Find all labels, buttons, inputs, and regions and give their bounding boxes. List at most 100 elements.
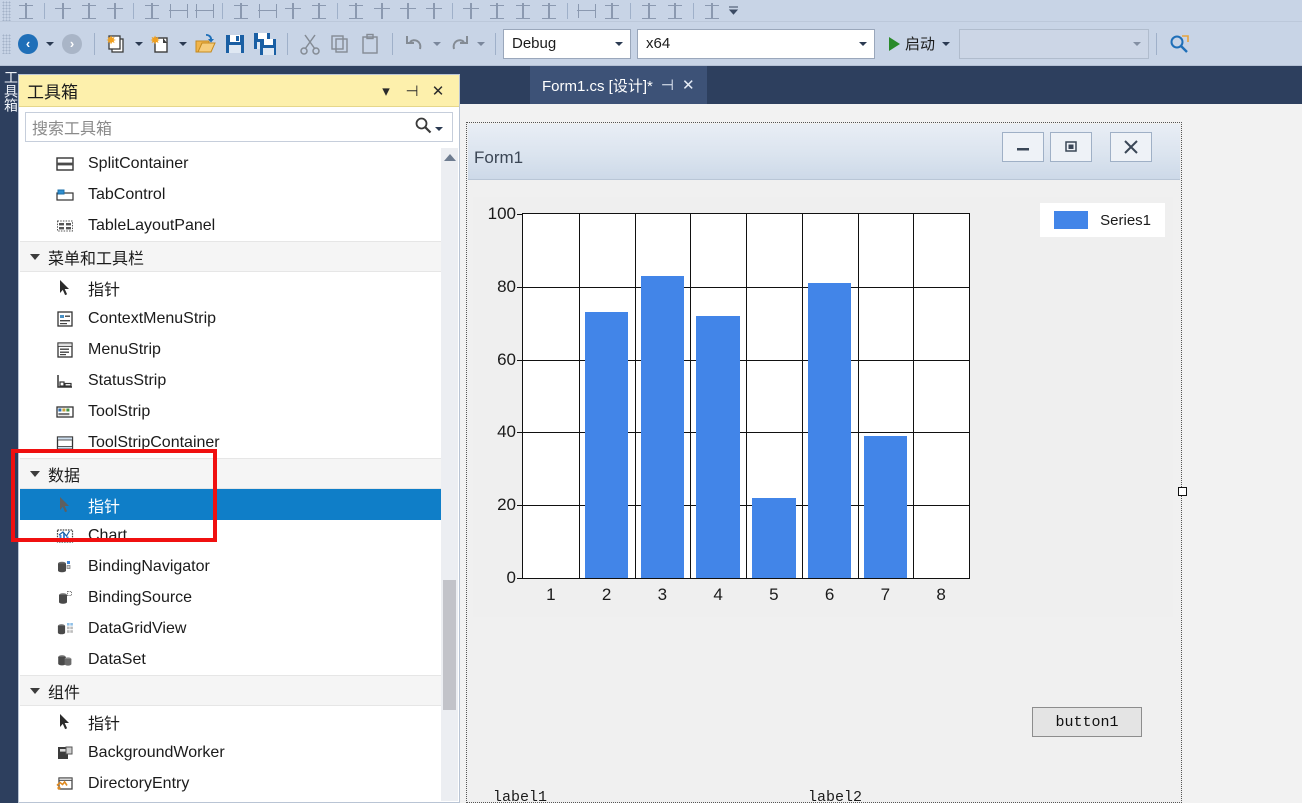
save-icon[interactable] <box>220 29 250 59</box>
open-file-icon[interactable] <box>190 29 220 59</box>
chevron-down-icon[interactable] <box>608 41 630 46</box>
redo-dropdown-icon[interactable] <box>474 29 488 59</box>
vertical-spacing-remove-icon[interactable] <box>536 0 562 21</box>
horizontal-spacing-decrease-icon[interactable] <box>395 0 421 21</box>
tab-order-icon[interactable] <box>699 0 725 21</box>
navigate-back-icon[interactable]: ‹ <box>13 29 43 59</box>
chart-control[interactable]: Series1 0 20 40 60 80 100 1 2 3 4 5 6 7 8 <box>473 197 1173 617</box>
scroll-up-arrow-icon[interactable] <box>441 148 458 166</box>
toolbar-grip[interactable] <box>2 33 11 54</box>
toolbox-group-header[interactable]: 数据 <box>20 458 458 489</box>
quick-launch-search-icon[interactable] <box>1164 29 1194 59</box>
center-horizontally-icon[interactable] <box>573 0 599 21</box>
toolbox-item-contextmenustrip[interactable]: ContextMenuStrip <box>20 303 458 334</box>
tab-form1-designer[interactable]: Form1.cs [设计]* ⊣ ✕ <box>530 66 707 104</box>
chevron-down-icon[interactable]: ▾ <box>373 82 399 100</box>
toolbox-item-bindingnavigator[interactable]: BindingNavigator <box>20 551 458 582</box>
toolbox-search-box[interactable]: 搜索工具箱 <box>25 112 453 142</box>
toolbox-item-chart[interactable]: Chart <box>20 520 458 551</box>
chevron-down-icon[interactable] <box>1126 41 1148 46</box>
make-same-height-icon[interactable] <box>254 0 280 21</box>
toolbox-scrollbar[interactable] <box>441 148 458 801</box>
vertical-spacing-equal-icon[interactable] <box>458 0 484 21</box>
toolbox-item-directoryentry[interactable]: DirectoryEntry <box>20 768 458 799</box>
expander-icon[interactable] <box>30 470 40 477</box>
save-all-icon[interactable] <box>250 29 280 59</box>
close-icon[interactable]: ✕ <box>682 78 695 93</box>
form1-designer-window[interactable]: Form1 Series1 0 20 40 60 80 100 1 2 3 4 5 6 7 8 butto… <box>466 122 1182 803</box>
navigate-forward-icon[interactable]: › <box>57 29 87 59</box>
toolbar-grip[interactable] <box>2 0 11 21</box>
align-right-icon[interactable] <box>76 0 102 21</box>
new-item-icon[interactable] <box>146 29 176 59</box>
redo-icon[interactable] <box>444 29 474 59</box>
expander-icon[interactable] <box>30 687 40 694</box>
align-top-icon[interactable] <box>139 0 165 21</box>
make-same-width-icon[interactable] <box>228 0 254 21</box>
vertical-spacing-increase-icon[interactable] <box>484 0 510 21</box>
toolbox-item-toolstripcontainer[interactable]: ToolStripContainer <box>20 427 458 458</box>
new-project-dropdown-icon[interactable] <box>132 29 146 59</box>
undo-icon[interactable] <box>400 29 430 59</box>
copy-icon[interactable] <box>325 29 355 59</box>
solution-platform-combo[interactable]: x64 <box>637 28 875 59</box>
center-vertically-icon[interactable] <box>599 0 625 21</box>
toolbox-item--[interactable]: 指针 <box>20 489 458 520</box>
label1[interactable]: label1 <box>493 789 547 803</box>
align-bottom-icon[interactable] <box>191 0 217 21</box>
expander-icon[interactable] <box>30 253 40 260</box>
toolbox-item-toolstrip[interactable]: ToolStrip <box>20 396 458 427</box>
toolbox-item-tabcontrol[interactable]: TabControl <box>20 179 458 210</box>
horizontal-spacing-increase-icon[interactable] <box>369 0 395 21</box>
toolbox-item-backgroundworker[interactable]: BackgroundWorker <box>20 737 458 768</box>
size-to-grid-icon[interactable] <box>306 0 332 21</box>
horizontal-spacing-equal-icon[interactable] <box>343 0 369 21</box>
align-center-icon[interactable] <box>50 0 76 21</box>
make-same-size-icon[interactable] <box>280 0 306 21</box>
navigate-back-dropdown-icon[interactable] <box>43 29 57 59</box>
pin-icon[interactable]: ⊣ <box>661 78 674 93</box>
pin-icon[interactable]: ⊣ <box>399 82 425 100</box>
toolbox-item--[interactable]: 指针 <box>20 272 458 303</box>
minimize-icon[interactable] <box>1002 132 1044 162</box>
horizontal-spacing-remove-icon[interactable] <box>421 0 447 21</box>
close-icon[interactable]: ✕ <box>425 82 451 100</box>
send-to-back-icon[interactable] <box>662 0 688 21</box>
undo-dropdown-icon[interactable] <box>430 29 444 59</box>
chevron-down-icon[interactable] <box>432 118 446 136</box>
cut-icon[interactable] <box>295 29 325 59</box>
label2[interactable]: label2 <box>808 789 862 803</box>
vertical-spacing-decrease-icon[interactable] <box>510 0 536 21</box>
form-resize-grip-handle[interactable] <box>1178 487 1187 496</box>
align-left-icon[interactable] <box>13 0 39 21</box>
toolbox-item-datagridview[interactable]: DataGridView <box>20 613 458 644</box>
scrollbar-thumb[interactable] <box>443 580 456 710</box>
new-project-icon[interactable] <box>102 29 132 59</box>
toolbox-item-menustrip[interactable]: MenuStrip <box>20 334 458 365</box>
toolbox-item-statusstrip[interactable]: StatusStrip <box>20 365 458 396</box>
maximize-icon[interactable] <box>1050 132 1092 162</box>
toolbox-item--[interactable]: 指针 <box>20 706 458 737</box>
button1[interactable]: button1 <box>1032 707 1142 737</box>
toolbox-item-list[interactable]: SplitContainer TabControl TableLayoutPanel… <box>20 148 458 801</box>
toolbox-item-dataset[interactable]: DataSet <box>20 644 458 675</box>
toolbox-item-bindingsource[interactable]: BindingSource <box>20 582 458 613</box>
debug-target-combo[interactable] <box>959 28 1150 59</box>
search-input[interactable]: 搜索工具箱 <box>32 115 414 139</box>
toolbox-item-directorysearcher[interactable]: DirectorySearcher <box>20 799 458 801</box>
align-justify-icon[interactable] <box>102 0 128 21</box>
start-debug-button[interactable]: 启动 <box>885 33 939 54</box>
new-item-dropdown-icon[interactable] <box>176 29 190 59</box>
chevron-down-icon[interactable] <box>852 41 874 46</box>
bring-to-front-icon[interactable] <box>636 0 662 21</box>
align-middle-icon[interactable] <box>165 0 191 21</box>
toolbox-item-tablelayoutpanel[interactable]: TableLayoutPanel <box>20 210 458 241</box>
close-icon[interactable] <box>1110 132 1152 162</box>
paste-icon[interactable] <box>355 29 385 59</box>
toolbox-group-header[interactable]: 菜单和工具栏 <box>20 241 458 272</box>
start-dropdown-icon[interactable] <box>939 29 953 59</box>
search-icon[interactable] <box>414 116 432 139</box>
solution-configuration-combo[interactable]: Debug <box>503 28 631 59</box>
toolbox-item-splitcontainer[interactable]: SplitContainer <box>20 148 458 179</box>
overflow-chevron-icon[interactable] <box>725 5 741 16</box>
